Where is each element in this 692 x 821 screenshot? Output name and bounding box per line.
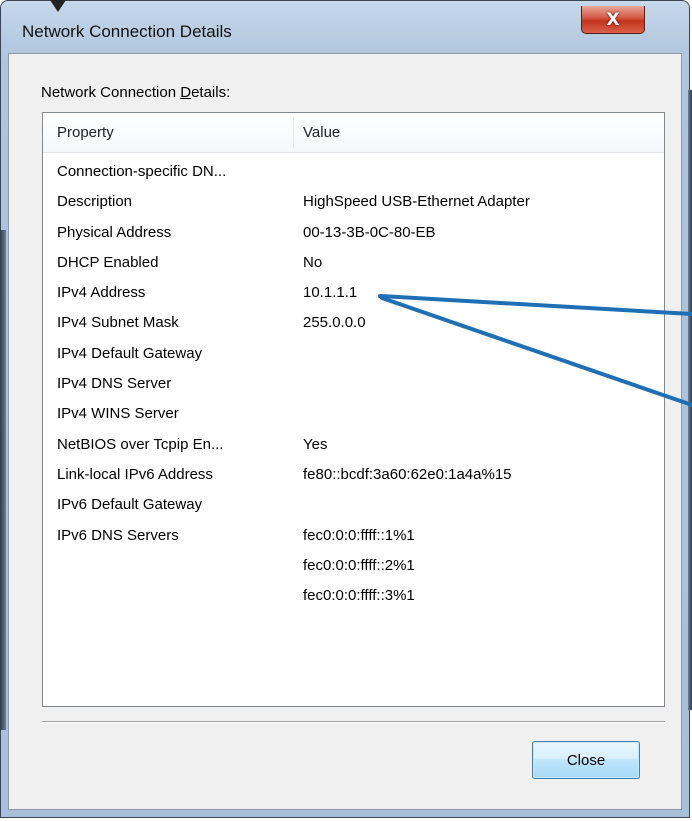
value-cell: fec0:0:0:ffff::2%1	[303, 556, 415, 574]
property-cell: Link-local IPv6 Address	[57, 465, 213, 483]
value-cell: 255.0.0.0	[303, 314, 366, 332]
property-cell: IPv4 WINS Server	[57, 405, 179, 423]
list-item[interactable]: IPv4 DNS Server	[43, 371, 664, 401]
background-window-edge-left	[0, 230, 6, 730]
window-title: Network Connection Details	[22, 22, 232, 41]
property-cell: IPv6 Default Gateway	[57, 496, 203, 514]
property-cell: Physical Address	[57, 223, 172, 241]
details-label-suffix: etails:	[191, 84, 231, 101]
property-cell: IPv6 DNS Servers	[57, 526, 179, 544]
list-item[interactable]: fec0:0:0:ffff::3%1	[43, 583, 664, 613]
column-header-value[interactable]: Value	[303, 113, 653, 152]
details-list-view[interactable]: Property Value Connection-specific DN...…	[42, 112, 665, 707]
value-cell: fe80::bcdf:3a60:62e0:1a4a%15	[303, 465, 512, 483]
list-header: Property Value	[43, 113, 664, 153]
property-cell: NetBIOS over Tcpip En...	[57, 435, 224, 453]
title-bar[interactable]: Network Connection Details X	[6, 6, 682, 54]
list-rows: Connection-specific DN... Description High…	[43, 159, 664, 613]
list-item[interactable]: fec0:0:0:ffff::2%1	[43, 553, 664, 583]
property-cell: IPv4 DNS Server	[57, 375, 172, 393]
close-button[interactable]: Close	[532, 741, 640, 779]
column-separator[interactable]	[293, 117, 294, 148]
close-icon: X	[606, 9, 620, 30]
list-item[interactable]: Physical Address 00-13-3B-0C-80-EB	[43, 220, 664, 250]
column-header-property[interactable]: Property	[57, 113, 287, 152]
value-cell: fec0:0:0:ffff::1%1	[303, 526, 415, 544]
value-cell: 00-13-3B-0C-80-EB	[303, 223, 436, 241]
list-item[interactable]: Description HighSpeed USB-Ethernet Adapte…	[43, 189, 664, 219]
list-item[interactable]: IPv4 Default Gateway	[43, 341, 664, 371]
value-cell: 10.1.1.1	[303, 284, 358, 302]
list-item[interactable]: IPv4 Subnet Mask 255.0.0.0	[43, 310, 664, 340]
details-label-accelerator: D	[180, 84, 192, 101]
list-item[interactable]: IPv6 Default Gateway	[43, 492, 664, 522]
value-cell: No	[303, 253, 323, 271]
property-cell: Connection-specific DN...	[57, 163, 227, 180]
property-cell: IPv4 Subnet Mask	[57, 314, 179, 332]
dialog-client-area: Network Connection Details: Property Val…	[8, 53, 682, 810]
property-cell: IPv4 Address	[57, 284, 146, 302]
list-item[interactable]: Connection-specific DN...	[43, 159, 664, 189]
list-item[interactable]: Link-local IPv6 Address fe80::bcdf:3a60:6…	[43, 462, 664, 492]
property-cell: DHCP Enabled	[57, 253, 159, 271]
details-section-label: Network Connection Details:	[41, 84, 230, 101]
background-window-edge-right	[688, 90, 692, 710]
value-cell: fec0:0:0:ffff::3%1	[303, 587, 415, 605]
property-cell: Description	[57, 193, 133, 211]
list-item[interactable]: IPv4 Address 10.1.1.1	[43, 280, 664, 310]
list-item[interactable]: IPv6 DNS Servers fec0:0:0:ffff::1%1	[43, 523, 664, 553]
list-item[interactable]: DHCP Enabled No	[43, 250, 664, 280]
list-item[interactable]: IPv4 WINS Server	[43, 401, 664, 431]
property-cell: IPv4 Default Gateway	[57, 344, 203, 362]
value-cell: Yes	[303, 435, 328, 453]
screen: Network Connection Details X Network Con…	[0, 0, 692, 821]
list-item[interactable]: NetBIOS over Tcpip En... Yes	[43, 432, 664, 462]
window-close-button[interactable]: X	[581, 6, 645, 34]
details-label-prefix: Network Connection	[41, 84, 181, 101]
footer-divider	[42, 721, 665, 723]
value-cell: HighSpeed USB-Ethernet Adapter	[303, 193, 530, 211]
